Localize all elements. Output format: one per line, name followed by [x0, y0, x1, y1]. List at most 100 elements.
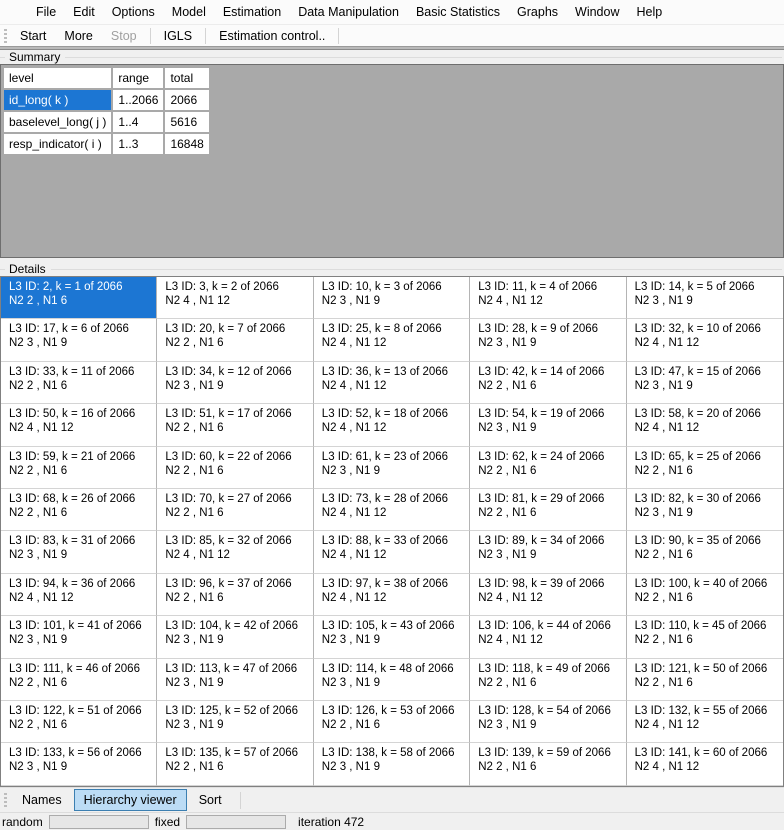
detail-cell[interactable]: L3 ID: 25, k = 8 of 2066N2 4 , N1 12 [314, 319, 470, 361]
detail-cell[interactable]: L3 ID: 34, k = 12 of 2066N2 3 , N1 9 [157, 362, 313, 404]
summary-row-resp-indicator-i[interactable]: resp_indicator( i )1..316848 [4, 134, 209, 154]
detail-cell-id-line: L3 ID: 89, k = 34 of 2066 [478, 534, 621, 548]
menu-basic-statistics[interactable]: Basic Statistics [408, 2, 508, 22]
detail-cell[interactable]: L3 ID: 68, k = 26 of 2066N2 2 , N1 6 [1, 489, 157, 531]
detail-cell[interactable]: L3 ID: 62, k = 24 of 2066N2 2 , N1 6 [470, 447, 626, 489]
detail-cell-count-line: N2 4 , N1 12 [165, 294, 308, 308]
detail-cell[interactable]: L3 ID: 33, k = 11 of 2066N2 2 , N1 6 [1, 362, 157, 404]
menu-window[interactable]: Window [567, 2, 627, 22]
detail-cell[interactable]: L3 ID: 97, k = 38 of 2066N2 4 , N1 12 [314, 574, 470, 616]
detail-cell[interactable]: L3 ID: 85, k = 32 of 2066N2 4 , N1 12 [157, 531, 313, 573]
estimation-control-button[interactable]: Estimation control.. [211, 26, 333, 46]
level-cell[interactable]: baselevel_long( j ) [4, 112, 111, 132]
detail-cell[interactable]: L3 ID: 122, k = 51 of 2066N2 2 , N1 6 [1, 701, 157, 743]
menu-edit[interactable]: Edit [65, 2, 103, 22]
menu-estimation[interactable]: Estimation [215, 2, 289, 22]
detail-cell[interactable]: L3 ID: 113, k = 47 of 2066N2 3 , N1 9 [157, 659, 313, 701]
detail-cell[interactable]: L3 ID: 54, k = 19 of 2066N2 3 , N1 9 [470, 404, 626, 446]
detail-cell-id-line: L3 ID: 96, k = 37 of 2066 [165, 577, 308, 591]
detail-cell[interactable]: L3 ID: 88, k = 33 of 2066N2 4 , N1 12 [314, 531, 470, 573]
detail-cell[interactable]: L3 ID: 105, k = 43 of 2066N2 3 , N1 9 [314, 616, 470, 658]
menu-file[interactable]: File [28, 2, 64, 22]
detail-cell[interactable]: L3 ID: 73, k = 28 of 2066N2 4 , N1 12 [314, 489, 470, 531]
summary-row-id-long-k[interactable]: id_long( k )1..20662066 [4, 90, 209, 110]
detail-cell[interactable]: L3 ID: 11, k = 4 of 2066N2 4 , N1 12 [470, 277, 626, 319]
detail-cell[interactable]: L3 ID: 89, k = 34 of 2066N2 3 , N1 9 [470, 531, 626, 573]
total-cell[interactable]: 2066 [165, 90, 208, 110]
detail-cell[interactable]: L3 ID: 20, k = 7 of 2066N2 2 , N1 6 [157, 319, 313, 361]
range-cell[interactable]: 1..3 [113, 134, 163, 154]
detail-cell[interactable]: L3 ID: 133, k = 56 of 2066N2 3 , N1 9 [1, 743, 157, 785]
range-cell[interactable]: 1..2066 [113, 90, 163, 110]
detail-cell-id-line: L3 ID: 81, k = 29 of 2066 [478, 492, 621, 506]
detail-cell[interactable]: L3 ID: 10, k = 3 of 2066N2 3 , N1 9 [314, 277, 470, 319]
detail-cell[interactable]: L3 ID: 125, k = 52 of 2066N2 3 , N1 9 [157, 701, 313, 743]
detail-cell[interactable]: L3 ID: 42, k = 14 of 2066N2 2 , N1 6 [470, 362, 626, 404]
menu-options[interactable]: Options [104, 2, 163, 22]
detail-cell[interactable]: L3 ID: 82, k = 30 of 2066N2 3 , N1 9 [627, 489, 783, 531]
detail-cell[interactable]: L3 ID: 51, k = 17 of 2066N2 2 , N1 6 [157, 404, 313, 446]
detail-cell[interactable]: L3 ID: 2, k = 1 of 2066N2 2 , N1 6 [1, 277, 157, 319]
detail-cell-count-line: N2 2 , N1 6 [9, 506, 152, 520]
summary-row-baselevel-long-j[interactable]: baselevel_long( j )1..45616 [4, 112, 209, 132]
detail-cell[interactable]: L3 ID: 118, k = 49 of 2066N2 2 , N1 6 [470, 659, 626, 701]
detail-cell[interactable]: L3 ID: 138, k = 58 of 2066N2 3 , N1 9 [314, 743, 470, 785]
detail-cell[interactable]: L3 ID: 32, k = 10 of 2066N2 4 , N1 12 [627, 319, 783, 361]
detail-cell-id-line: L3 ID: 50, k = 16 of 2066 [9, 407, 152, 421]
stop-button[interactable]: Stop [103, 26, 145, 46]
detail-cell[interactable]: L3 ID: 98, k = 39 of 2066N2 4 , N1 12 [470, 574, 626, 616]
detail-cell[interactable]: L3 ID: 47, k = 15 of 2066N2 3 , N1 9 [627, 362, 783, 404]
range-cell[interactable]: 1..4 [113, 112, 163, 132]
detail-cell[interactable]: L3 ID: 141, k = 60 of 2066N2 4 , N1 12 [627, 743, 783, 785]
toolbar-grip-icon[interactable] [4, 29, 7, 43]
igls-button[interactable]: IGLS [156, 26, 201, 46]
level-cell[interactable]: resp_indicator( i ) [4, 134, 111, 154]
detail-cell[interactable]: L3 ID: 17, k = 6 of 2066N2 3 , N1 9 [1, 319, 157, 361]
detail-cell[interactable]: L3 ID: 70, k = 27 of 2066N2 2 , N1 6 [157, 489, 313, 531]
detail-cell[interactable]: L3 ID: 50, k = 16 of 2066N2 4 , N1 12 [1, 404, 157, 446]
level-cell[interactable]: id_long( k ) [4, 90, 111, 110]
total-cell[interactable]: 5616 [165, 112, 208, 132]
detail-cell[interactable]: L3 ID: 81, k = 29 of 2066N2 2 , N1 6 [470, 489, 626, 531]
detail-cell[interactable]: L3 ID: 52, k = 18 of 2066N2 4 , N1 12 [314, 404, 470, 446]
detail-cell[interactable]: L3 ID: 104, k = 42 of 2066N2 3 , N1 9 [157, 616, 313, 658]
detail-cell[interactable]: L3 ID: 36, k = 13 of 2066N2 4 , N1 12 [314, 362, 470, 404]
menu-help[interactable]: Help [629, 2, 671, 22]
detail-cell[interactable]: L3 ID: 60, k = 22 of 2066N2 2 , N1 6 [157, 447, 313, 489]
detail-cell[interactable]: L3 ID: 128, k = 54 of 2066N2 3 , N1 9 [470, 701, 626, 743]
detail-cell[interactable]: L3 ID: 139, k = 59 of 2066N2 2 , N1 6 [470, 743, 626, 785]
detail-cell[interactable]: L3 ID: 83, k = 31 of 2066N2 3 , N1 9 [1, 531, 157, 573]
detail-cell[interactable]: L3 ID: 59, k = 21 of 2066N2 2 , N1 6 [1, 447, 157, 489]
detail-cell[interactable]: L3 ID: 126, k = 53 of 2066N2 2 , N1 6 [314, 701, 470, 743]
detail-cell[interactable]: L3 ID: 121, k = 50 of 2066N2 2 , N1 6 [627, 659, 783, 701]
tab-sort[interactable]: Sort [189, 789, 232, 811]
detail-cell[interactable]: L3 ID: 132, k = 55 of 2066N2 4 , N1 12 [627, 701, 783, 743]
start-button[interactable]: Start [12, 26, 54, 46]
total-cell[interactable]: 16848 [165, 134, 208, 154]
detail-cell[interactable]: L3 ID: 106, k = 44 of 2066N2 4 , N1 12 [470, 616, 626, 658]
tab-hierarchy-viewer[interactable]: Hierarchy viewer [74, 789, 187, 811]
detail-cell[interactable]: L3 ID: 110, k = 45 of 2066N2 2 , N1 6 [627, 616, 783, 658]
detail-cell[interactable]: L3 ID: 3, k = 2 of 2066N2 4 , N1 12 [157, 277, 313, 319]
detail-cell[interactable]: L3 ID: 61, k = 23 of 2066N2 3 , N1 9 [314, 447, 470, 489]
detail-cell[interactable]: L3 ID: 28, k = 9 of 2066N2 3 , N1 9 [470, 319, 626, 361]
detail-cell[interactable]: L3 ID: 65, k = 25 of 2066N2 2 , N1 6 [627, 447, 783, 489]
menu-graphs[interactable]: Graphs [509, 2, 566, 22]
detail-cell[interactable]: L3 ID: 94, k = 36 of 2066N2 4 , N1 12 [1, 574, 157, 616]
detail-cell-id-line: L3 ID: 141, k = 60 of 2066 [635, 746, 779, 760]
detail-cell[interactable]: L3 ID: 58, k = 20 of 2066N2 4 , N1 12 [627, 404, 783, 446]
detail-cell[interactable]: L3 ID: 90, k = 35 of 2066N2 2 , N1 6 [627, 531, 783, 573]
detail-cell-id-line: L3 ID: 118, k = 49 of 2066 [478, 662, 621, 676]
detail-cell[interactable]: L3 ID: 96, k = 37 of 2066N2 2 , N1 6 [157, 574, 313, 616]
tabbar-grip-icon[interactable] [4, 793, 7, 807]
detail-cell[interactable]: L3 ID: 14, k = 5 of 2066N2 3 , N1 9 [627, 277, 783, 319]
menu-model[interactable]: Model [164, 2, 214, 22]
detail-cell[interactable]: L3 ID: 101, k = 41 of 2066N2 3 , N1 9 [1, 616, 157, 658]
menu-data-manipulation[interactable]: Data Manipulation [290, 2, 407, 22]
detail-cell[interactable]: L3 ID: 111, k = 46 of 2066N2 2 , N1 6 [1, 659, 157, 701]
more-button[interactable]: More [56, 26, 100, 46]
detail-cell[interactable]: L3 ID: 135, k = 57 of 2066N2 2 , N1 6 [157, 743, 313, 785]
tab-names[interactable]: Names [12, 789, 72, 811]
detail-cell[interactable]: L3 ID: 114, k = 48 of 2066N2 3 , N1 9 [314, 659, 470, 701]
detail-cell[interactable]: L3 ID: 100, k = 40 of 2066N2 2 , N1 6 [627, 574, 783, 616]
